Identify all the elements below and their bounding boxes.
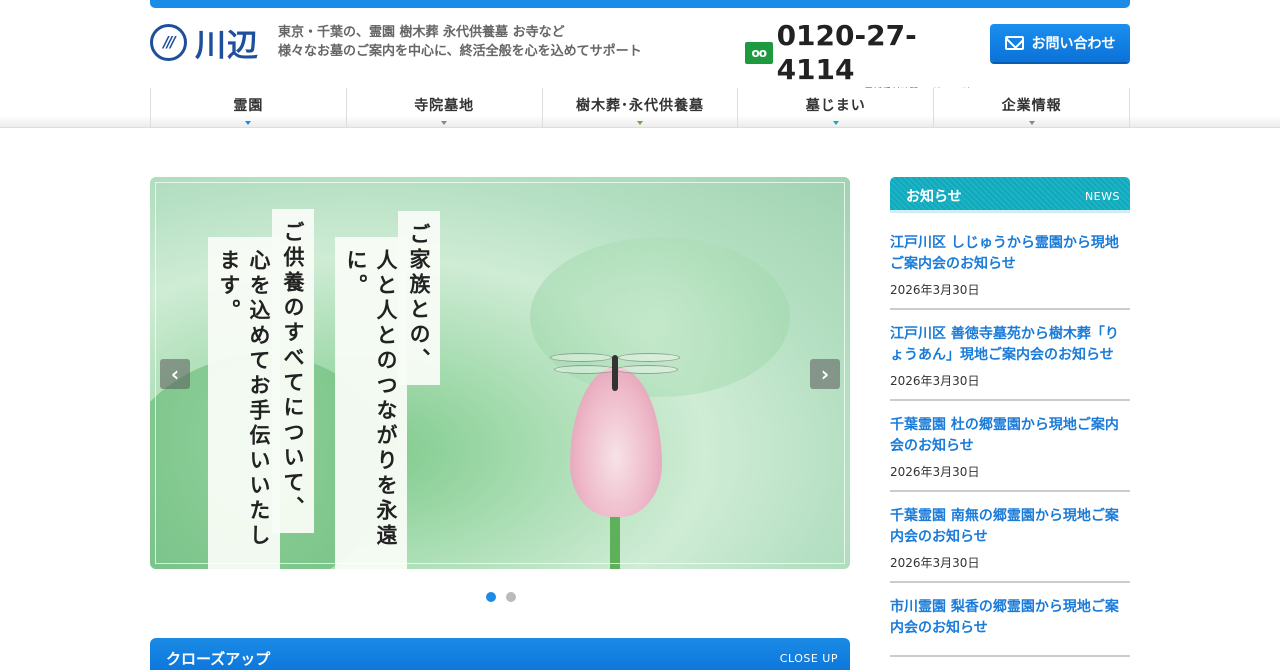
- site-tagline: 東京・千葉の、霊園 樹木葬 永代供養墓 お寺など 様々なお墓のご案内を中心に、終…: [278, 23, 642, 61]
- slider-dot-2[interactable]: [506, 592, 516, 602]
- news-item: 千葉霊園 南無の郷霊園から現地ご案内会のお知らせ 2026年3月30日: [890, 506, 1130, 583]
- news-item-date: 2026年3月30日: [890, 374, 980, 388]
- nav-item-jiin-bochi[interactable]: 寺院墓地: [347, 88, 543, 128]
- tagline-line-2: 様々なお墓のご案内を中心に、終活全般を心を込めてサポート: [278, 44, 642, 59]
- nav-item-label: 墓じまい: [805, 98, 866, 114]
- nav-item-jumokuso[interactable]: 樹木葬･永代供養墓: [543, 88, 739, 128]
- logo-mark-icon: ///: [150, 23, 187, 61]
- logo-text: 川辺: [195, 27, 259, 64]
- chevron-right-icon: ›: [820, 362, 830, 386]
- closeup-title-en: CLOSE UP: [779, 652, 838, 665]
- news-item: 江戸川区 善徳寺墓苑から樹木葬「りょうあん」現地ご案内会のお知らせ 2026年3…: [890, 324, 1130, 401]
- phone-contact: oo 0120-27-4114 (電話受付時間：9時〜17時): [745, 19, 977, 98]
- top-accent-bar: [150, 0, 1130, 8]
- news-item: 千葉霊園 杜の郷霊園から現地ご案内会のお知らせ 2026年3月30日: [890, 415, 1130, 492]
- contact-button-label: お問い合わせ: [1031, 36, 1116, 52]
- dragonfly-wing-image: [550, 353, 612, 362]
- nav-item-label: 企業情報: [1001, 98, 1062, 114]
- news-section-header: お知らせ NEWS: [890, 177, 1130, 213]
- dragonfly-wing-image: [554, 365, 616, 374]
- closeup-section-header: クローズアップ CLOSE UP: [150, 638, 850, 670]
- chevron-down-icon: [636, 121, 643, 125]
- nav-item-label: 霊園: [233, 98, 264, 114]
- dragonfly-wing-image: [616, 365, 678, 374]
- dragonfly-image: [612, 355, 618, 391]
- dragonfly-wing-image: [618, 353, 680, 362]
- nav-item-label: 寺院墓地: [414, 98, 475, 114]
- site-logo[interactable]: /// 川辺: [150, 22, 259, 64]
- news-item-date: 2026年3月30日: [890, 465, 980, 479]
- chevron-down-icon: [245, 121, 252, 125]
- slider-prev-button[interactable]: ‹: [160, 359, 190, 389]
- slider-dot-1[interactable]: [486, 592, 496, 602]
- news-item-link[interactable]: 市川霊園 梨香の郷霊園から現地ご案内会のお知らせ: [890, 597, 1130, 639]
- news-title: お知らせ: [906, 189, 962, 205]
- contact-button[interactable]: お問い合わせ: [990, 24, 1130, 62]
- news-item-link[interactable]: 千葉霊園 杜の郷霊園から現地ご案内会のお知らせ: [890, 415, 1130, 457]
- freedial-icon: oo: [745, 42, 773, 64]
- slider-pagination: [486, 592, 516, 602]
- chevron-down-icon: [1028, 121, 1035, 125]
- nav-item-reien[interactable]: 霊園: [151, 88, 347, 128]
- hero-copy-line-4: 心を込めてお手伝いいたします。: [208, 237, 280, 569]
- slider-next-button[interactable]: ›: [810, 359, 840, 389]
- nav-item-hakajimai[interactable]: 墓じまい: [738, 88, 935, 128]
- chevron-left-icon: ‹: [170, 362, 180, 386]
- news-item-link[interactable]: 江戸川区 善徳寺墓苑から樹木葬「りょうあん」現地ご案内会のお知らせ: [890, 324, 1130, 366]
- news-list: 江戸川区 しじゅうから霊園から現地ご案内会のお知らせ 2026年3月30日 江戸…: [890, 233, 1130, 670]
- news-item-link[interactable]: 千葉霊園 南無の郷霊園から現地ご案内会のお知らせ: [890, 506, 1130, 548]
- nav-item-company[interactable]: 企業情報: [934, 88, 1130, 128]
- news-item-date: 2026年3月30日: [890, 283, 980, 297]
- chevron-down-icon: [832, 121, 839, 125]
- hero-slider[interactable]: ご家族との、 人と人とのつながりを永遠に。 ご供養のすべてについて、 心を込めて…: [150, 177, 850, 569]
- nav-item-label: 樹木葬･永代供養墓: [575, 98, 704, 114]
- phone-number[interactable]: 0120-27-4114: [777, 19, 977, 87]
- tagline-line-1: 東京・千葉の、霊園 樹木葬 永代供養墓 お寺など: [278, 25, 565, 40]
- hero-copy-line-2: 人と人とのつながりを永遠に。: [335, 237, 407, 569]
- news-item: 江戸川区 しじゅうから霊園から現地ご案内会のお知らせ 2026年3月30日: [890, 233, 1130, 310]
- global-nav: 霊園 寺院墓地 樹木葬･永代供養墓 墓じまい 企業情報: [150, 88, 1130, 128]
- news-item-link[interactable]: 江戸川区 しじゅうから霊園から現地ご案内会のお知らせ: [890, 233, 1130, 275]
- mail-icon: [1004, 36, 1024, 50]
- closeup-title: クローズアップ: [166, 650, 271, 668]
- news-item: 市川霊園 梨香の郷霊園から現地ご案内会のお知らせ: [890, 597, 1130, 657]
- chevron-down-icon: [441, 121, 448, 125]
- news-item-date: 2026年3月30日: [890, 556, 980, 570]
- news-title-en: NEWS: [1084, 190, 1120, 203]
